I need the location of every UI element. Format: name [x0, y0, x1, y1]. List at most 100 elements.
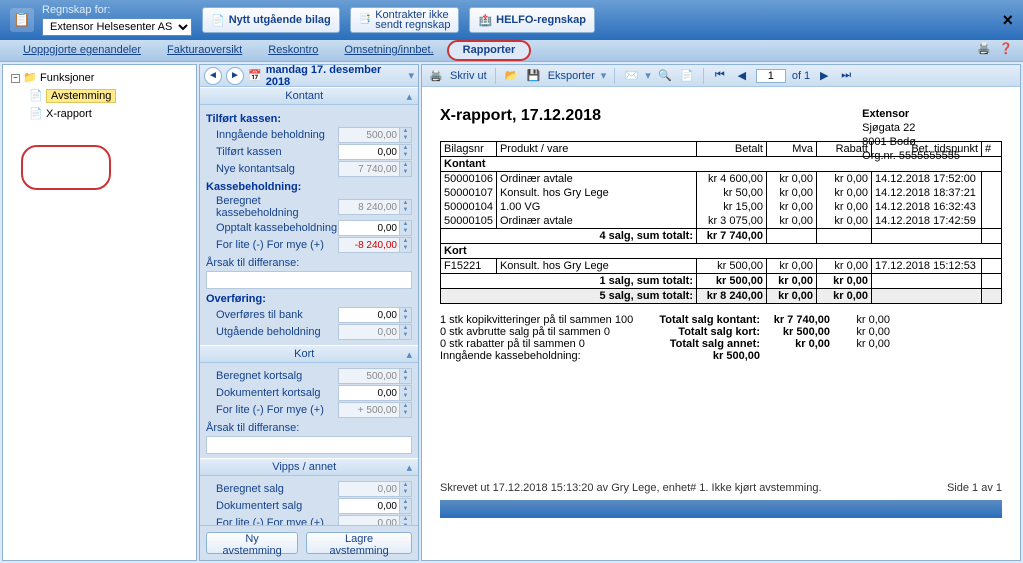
vipps-ber-label: Beregnet salg [206, 483, 338, 495]
lagre-avstemming-button[interactable]: Lagre avstemming [306, 532, 412, 554]
spinner[interactable]: ▲▼ [400, 220, 412, 236]
contracts-button[interactable]: 📑 Kontrakter ikke sendt regnskap [350, 7, 460, 33]
zoom-icon[interactable]: 🔍 [657, 68, 673, 84]
mail-icon[interactable]: ✉️ [623, 68, 639, 84]
kort-arsak-label: Årsak til differanse: [206, 422, 412, 434]
spinner[interactable]: ▲▼ [400, 161, 412, 177]
chevron-up-icon: ▴ [406, 461, 412, 474]
diff-input[interactable] [338, 237, 400, 253]
tab-faktura[interactable]: Fakturaoversikt [154, 40, 255, 61]
inng-input[interactable] [338, 127, 400, 143]
kort-arsak-input[interactable] [206, 436, 412, 454]
tilf-input[interactable] [338, 144, 400, 160]
opp-label: Opptalt kassebeholdning [206, 222, 338, 234]
tilf-label: Tilført kassen [206, 146, 338, 158]
save-icon[interactable]: 💾 [526, 68, 542, 84]
expand-icon[interactable]: − [11, 74, 20, 83]
spinner[interactable]: ▲▼ [400, 237, 412, 253]
arsak-input[interactable] [206, 271, 412, 289]
opp-input[interactable] [338, 220, 400, 236]
tab-reskontro[interactable]: Reskontro [255, 40, 331, 61]
prev-date-button[interactable]: ◄ [204, 67, 222, 85]
inng-label: Inngående beholdning [206, 129, 338, 141]
kort-diff-input[interactable] [338, 402, 400, 418]
print-icon[interactable]: 🖨️ [977, 42, 993, 58]
kort-diff-label: For lite (-) For mye (+) [206, 404, 338, 416]
calendar-icon[interactable]: 📅 [248, 69, 262, 82]
bank-label: Overføres til bank [206, 309, 338, 321]
report-table: Bilagsnr Produkt / vare Betalt Mva Rabat… [440, 141, 1002, 304]
table-row: 50000105Ordinær avtalekr 3 075,00kr 0,00… [441, 214, 1002, 229]
company-select[interactable]: Extensor Helsesenter AS [42, 18, 192, 36]
highlight-circle [21, 145, 111, 190]
spinner[interactable]: ▲▼ [400, 144, 412, 160]
totals-row: Inngående kassebeholdning:kr 500,00 [440, 350, 1002, 362]
diff-label: For lite (-) For mye (+) [206, 239, 338, 251]
spinner[interactable]: ▲▼ [400, 324, 412, 340]
tab-uoppgjorte[interactable]: Uoppgjorte egenandeler [10, 40, 154, 61]
ny-avstemming-button[interactable]: Ny avstemming [206, 532, 298, 554]
utg-input[interactable] [338, 324, 400, 340]
vipps-diff-input[interactable] [338, 515, 400, 525]
doc-icon: 📄 [29, 89, 43, 103]
next-date-button[interactable]: ► [226, 67, 244, 85]
report-toolbar: 🖨️Skriv ut 📂 💾Eksporter▾ ✉️▾ 🔍 📄 ⏮ ◀ of … [422, 65, 1020, 87]
helfo-button[interactable]: 🏥 HELFO-regnskap [469, 7, 595, 33]
company-block: Extensor Sjøgata 22 8001 Bodø Org.nr. 55… [862, 107, 960, 163]
section-kontant-header[interactable]: Kontant▴ [200, 87, 418, 105]
next-page-icon[interactable]: ▶ [816, 68, 832, 84]
first-page-icon[interactable]: ⏮ [712, 68, 728, 84]
nye-label: Nye kontantsalg [206, 163, 338, 175]
totals-row: 0 stk rabatter på til sammen 0Totalt sal… [440, 338, 1002, 350]
vipps-ber-input[interactable] [338, 481, 400, 497]
overf-label: Overføring: [206, 293, 412, 305]
vipps-dok-label: Dokumentert salg [206, 500, 338, 512]
open-icon[interactable]: 📂 [504, 68, 520, 84]
spinner[interactable]: ▲▼ [400, 307, 412, 323]
tab-rapporter[interactable]: Rapporter [447, 40, 532, 61]
ber-label: Beregnet kassebeholdning [206, 195, 338, 219]
section-vipps-header[interactable]: Vipps / annet▴ [200, 458, 418, 476]
spinner[interactable]: ▲▼ [400, 385, 412, 401]
nye-input[interactable] [338, 161, 400, 177]
spinner[interactable]: ▲▼ [400, 498, 412, 514]
spinner[interactable]: ▲▼ [400, 481, 412, 497]
totals-row: 1 stk kopikvitteringer på til sammen 100… [440, 314, 1002, 326]
tree-avstemming[interactable]: 📄 Avstemming [7, 87, 192, 105]
kort-ber-label: Beregnet kortsalg [206, 370, 338, 382]
bank-input[interactable] [338, 307, 400, 323]
tab-omsetning[interactable]: Omsetning/innbet. [331, 40, 446, 61]
spinner[interactable]: ▲▼ [400, 368, 412, 384]
folder-icon: 📁 [23, 71, 37, 85]
spinner[interactable]: ▲▼ [400, 402, 412, 418]
print-icon[interactable]: 🖨️ [428, 68, 444, 84]
section-kort-header[interactable]: Kort▴ [200, 345, 418, 363]
app-logo-icon [10, 8, 34, 32]
spinner[interactable]: ▲▼ [400, 515, 412, 525]
table-row: 50000106Ordinær avtalekr 4 600,00kr 0,00… [441, 172, 1002, 187]
close-icon[interactable]: × [1002, 10, 1013, 31]
vipps-dok-input[interactable] [338, 498, 400, 514]
spinner[interactable]: ▲▼ [400, 127, 412, 143]
spinner[interactable]: ▲▼ [400, 199, 412, 215]
report-content: X-rapport, 17.12.2018 Extensor Sjøgata 2… [422, 87, 1020, 560]
tilfort-label: Tilført kassen: [206, 113, 412, 125]
help-icon[interactable]: ❓ [999, 42, 1015, 58]
kort-dok-input[interactable] [338, 385, 400, 401]
tree-root[interactable]: − 📁 Funksjoner [7, 69, 192, 87]
last-page-icon[interactable]: ⏭ [838, 68, 854, 84]
tree-xrapport[interactable]: 📄 X-rapport [7, 105, 192, 123]
kort-dok-label: Dokumentert kortsalg [206, 387, 338, 399]
settlement-panel: ◄ ► 📅 mandag 17. desember 2018 ▾ Kontant… [199, 64, 419, 561]
prev-page-icon[interactable]: ◀ [734, 68, 750, 84]
kort-ber-input[interactable] [338, 368, 400, 384]
kasse-label: Kassebeholdning: [206, 181, 412, 193]
ber-input[interactable] [338, 199, 400, 215]
page-input[interactable] [756, 69, 786, 83]
table-row: F15221Konsult. hos Gry Legekr 500,00kr 0… [441, 259, 1002, 274]
page-icon[interactable]: 📄 [679, 68, 695, 84]
totals-row: 0 stk avbrutte salg på til sammen 0Total… [440, 326, 1002, 338]
date-text: mandag 17. desember 2018 [266, 64, 405, 88]
dropdown-icon[interactable]: ▾ [408, 69, 414, 82]
new-outgoing-button[interactable]: 📄 Nytt utgående bilag [202, 7, 340, 33]
